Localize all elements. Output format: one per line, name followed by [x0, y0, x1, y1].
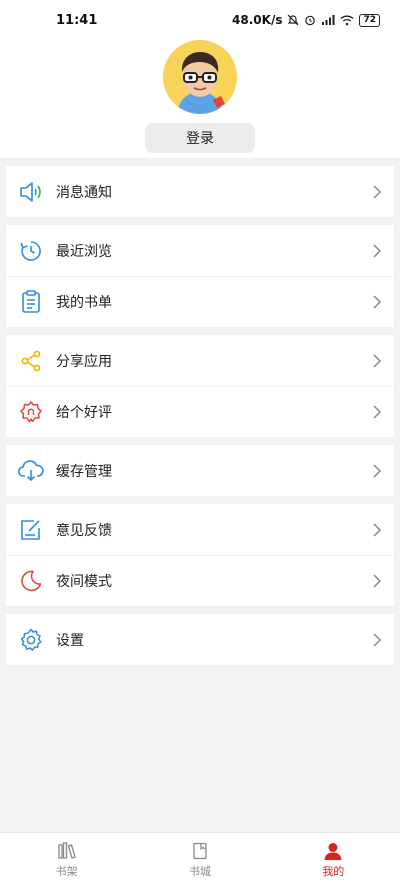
user-icon — [324, 843, 342, 860]
menu-item-notifications[interactable]: 消息通知 — [6, 166, 394, 217]
menu-label: 设置 — [56, 632, 84, 649]
tab-mine[interactable]: 我的 — [267, 833, 400, 888]
menu-item-settings[interactable]: 设置 — [6, 614, 394, 665]
status-time: 11:41 — [56, 12, 98, 28]
wifi-icon — [341, 15, 354, 26]
tab-label: 书城 — [188, 865, 211, 878]
tab-label: 书架 — [55, 865, 78, 878]
bookshelf-icon — [58, 842, 76, 859]
book-icon — [193, 842, 207, 860]
net-speed: 48.0K/s — [232, 13, 283, 27]
chevron-right-icon — [373, 463, 382, 478]
speaker-icon — [18, 179, 44, 205]
menu-group-5: 意见反馈 夜间模式 — [6, 504, 394, 606]
chevron-right-icon — [373, 353, 382, 368]
menu-item-share[interactable]: 分享应用 — [6, 335, 394, 386]
avatar[interactable] — [163, 40, 237, 114]
chevron-right-icon — [373, 574, 382, 588]
chevron-right-icon — [373, 184, 382, 199]
menu-group-3: 分享应用 给个好评 — [6, 335, 394, 437]
menu-item-night[interactable]: 夜间模式 — [6, 555, 394, 606]
chevron-right-icon — [373, 522, 382, 537]
battery-icon: 72 — [359, 13, 380, 27]
menu-label: 夜间模式 — [56, 574, 112, 590]
menu-item-rate[interactable]: 给个好评 — [6, 386, 394, 437]
menu-group-6: 设置 — [6, 614, 394, 665]
chevron-right-icon — [373, 632, 382, 647]
menu-group-1: 消息通知 — [6, 166, 394, 217]
tab-store[interactable]: 书城 — [133, 833, 266, 888]
tab-shelf[interactable]: 书架 — [0, 833, 133, 888]
menu-item-feedback[interactable]: 意见反馈 — [6, 504, 394, 555]
menu-label: 最近浏览 — [56, 243, 112, 260]
tab-label: 我的 — [322, 865, 345, 878]
menu-group-2: 最近浏览 我的书单 — [6, 225, 394, 327]
history-icon — [18, 238, 44, 264]
cloud-download-icon — [18, 458, 44, 484]
login-button[interactable]: 登录 — [145, 123, 255, 153]
clipboard-list-icon — [18, 289, 44, 315]
badge-icon — [18, 399, 44, 425]
menu-group-4: 缓存管理 — [6, 445, 394, 496]
edit-note-icon — [18, 517, 44, 543]
bottom-tab-bar: 书架 书城 我的 — [0, 832, 400, 888]
menu-label: 给个好评 — [56, 405, 112, 421]
menu-label: 我的书单 — [56, 295, 112, 311]
chevron-right-icon — [373, 295, 382, 309]
mute-icon — [288, 14, 299, 26]
menu-label: 意见反馈 — [56, 522, 112, 539]
menu-item-cache[interactable]: 缓存管理 — [6, 445, 394, 496]
moon-icon — [18, 568, 44, 594]
menu-item-recent[interactable]: 最近浏览 — [6, 225, 394, 276]
chevron-right-icon — [373, 243, 382, 258]
menu-item-booklist[interactable]: 我的书单 — [6, 276, 394, 327]
chevron-right-icon — [373, 405, 382, 419]
signal-icon — [322, 15, 335, 25]
menu-label: 缓存管理 — [56, 463, 112, 480]
menu-label: 消息通知 — [56, 184, 112, 201]
alarm-icon — [305, 15, 316, 26]
profile-header: 11:41 48.0K/s 72 登录 — [0, 0, 400, 158]
avatar-illustration — [163, 40, 237, 114]
status-bar: 11:41 48.0K/s 72 — [0, 0, 400, 40]
gear-icon — [18, 627, 44, 653]
share-icon — [18, 348, 44, 374]
menu-label: 分享应用 — [56, 353, 112, 370]
